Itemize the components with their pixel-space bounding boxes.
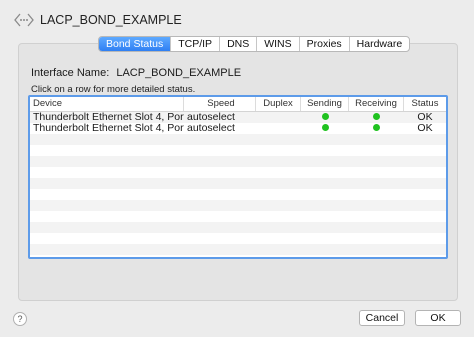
- table-row[interactable]: Thunderbolt Ethernet Slot 4, Port 1 auto…: [30, 123, 446, 134]
- duplex-cell: [256, 123, 301, 134]
- tab-bar: Bond Status TCP/IP DNS WINS Proxies Hard…: [98, 36, 411, 52]
- table-row-empty: [30, 200, 446, 211]
- device-cell: Thunderbolt Ethernet Slot 4, Port 2: [33, 112, 184, 123]
- help-button[interactable]: ?: [13, 312, 27, 326]
- duplex-cell: [256, 112, 301, 123]
- table-row-empty: [30, 145, 446, 156]
- status-cell: OK: [417, 123, 433, 134]
- sending-cell: [301, 112, 349, 123]
- speed-cell: autoselect: [187, 112, 235, 123]
- interface-name-label: Interface Name:: [31, 67, 110, 79]
- tab-proxies[interactable]: Proxies: [300, 37, 350, 51]
- page-title: LACP_BOND_EXAMPLE: [40, 13, 182, 27]
- receiving-status-icon: [373, 113, 380, 121]
- column-header-speed[interactable]: Speed: [184, 97, 256, 111]
- table-row-empty: [30, 233, 446, 244]
- sending-cell: [301, 123, 349, 134]
- status-cell: OK: [417, 112, 433, 123]
- table-body: Thunderbolt Ethernet Slot 4, Port 2 auto…: [30, 112, 446, 255]
- table-header: Device Speed Duplex Sending Receiving St…: [30, 97, 446, 112]
- interface-name-value: LACP_BOND_EXAMPLE: [116, 67, 242, 79]
- network-interface-icon: [14, 12, 34, 28]
- column-header-receiving[interactable]: Receiving: [349, 97, 404, 111]
- tab-dns[interactable]: DNS: [220, 37, 258, 51]
- table-row-empty: [30, 222, 446, 233]
- tab-tcp-ip[interactable]: TCP/IP: [171, 37, 221, 51]
- table-hint: Click on a row for more detailed status.: [31, 84, 196, 95]
- speed-cell: autoselect: [187, 123, 235, 134]
- table-row-empty: [30, 178, 446, 189]
- cancel-button[interactable]: Cancel: [359, 310, 405, 326]
- sending-status-icon: [321, 113, 329, 121]
- tab-wins[interactable]: WINS: [257, 37, 300, 51]
- column-header-duplex[interactable]: Duplex: [256, 97, 301, 111]
- column-header-status[interactable]: Status: [404, 97, 446, 111]
- column-header-sending[interactable]: Sending: [301, 97, 349, 111]
- receiving-cell: [349, 112, 404, 123]
- column-header-device[interactable]: Device: [30, 97, 184, 111]
- table-row-empty: [30, 189, 446, 200]
- table-row-empty: [30, 244, 446, 255]
- receiving-cell: [349, 123, 404, 134]
- tab-bond-status[interactable]: Bond Status: [99, 37, 172, 51]
- table-row[interactable]: Thunderbolt Ethernet Slot 4, Port 2 auto…: [30, 112, 446, 123]
- tab-hardware[interactable]: Hardware: [350, 37, 410, 51]
- interface-name: Interface Name: LACP_BOND_EXAMPLE: [31, 67, 241, 79]
- table-row-empty: [30, 211, 446, 222]
- sending-status-icon: [321, 124, 329, 132]
- ok-button[interactable]: OK: [415, 310, 461, 326]
- device-cell: Thunderbolt Ethernet Slot 4, Port 1: [33, 123, 184, 134]
- table-row-empty: [30, 167, 446, 178]
- table-row-empty: [30, 156, 446, 167]
- receiving-status-icon: [373, 124, 380, 132]
- table-row-empty: [30, 134, 446, 145]
- bond-members-table[interactable]: Device Speed Duplex Sending Receiving St…: [28, 95, 448, 259]
